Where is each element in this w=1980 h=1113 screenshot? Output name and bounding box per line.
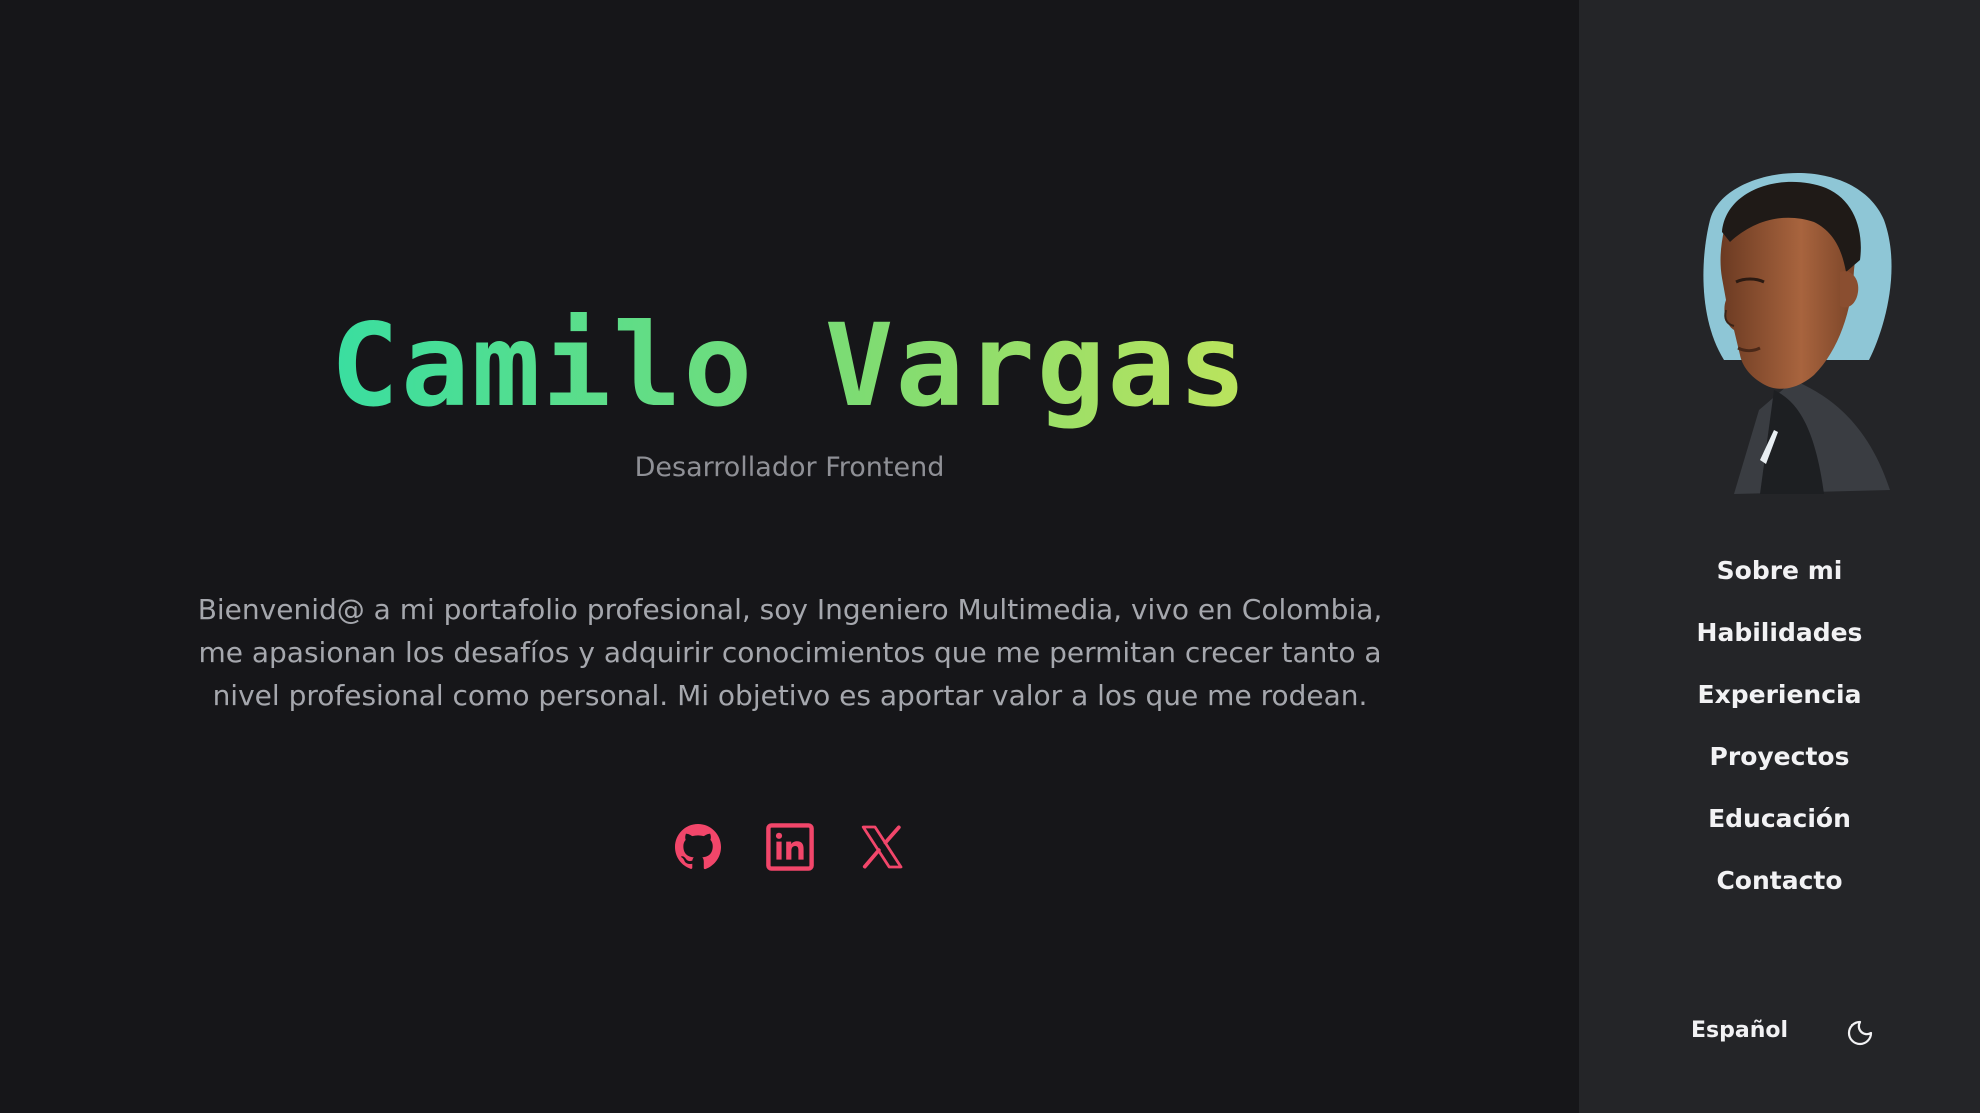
nav-link[interactable]: Proyectos: [1710, 734, 1850, 780]
x-twitter-icon: [861, 825, 902, 869]
nav-link[interactable]: Contacto: [1716, 858, 1842, 904]
sidebar-item-educacion: Educación: [1579, 796, 1980, 858]
sidebar-item-habilidades: Habilidades: [1579, 610, 1980, 672]
nav-link[interactable]: Sobre mi: [1717, 548, 1843, 594]
hero-name: Camilo Vargas: [0, 298, 1579, 435]
social-links: [0, 818, 1579, 876]
sidebar-item-proyectos: Proyectos: [1579, 734, 1980, 796]
github-icon: [674, 824, 721, 870]
main-content: Camilo Vargas Desarrollador Frontend Bie…: [0, 0, 1579, 1113]
hero-intro: Bienvenid@ a mi portafolio profesional, …: [197, 593, 1383, 712]
sidebar-item-sobre-mi: Sobre mi: [1579, 548, 1980, 610]
page: Camilo Vargas Desarrollador Frontend Bie…: [0, 0, 1980, 1113]
moon-icon[interactable]: [1846, 1019, 1874, 1047]
avatar-illustration: [1703, 172, 1892, 494]
language-selector[interactable]: Español: [1691, 1018, 1788, 1043]
sidebar-nav: Sobre mi Habilidades Experiencia Proyect…: [1579, 548, 1980, 920]
x-twitter-link[interactable]: [858, 818, 906, 876]
nav-link[interactable]: Educación: [1708, 796, 1851, 842]
hero-role: Desarrollador Frontend: [634, 452, 945, 483]
linkedin-icon: [765, 823, 814, 871]
github-link[interactable]: [674, 818, 722, 876]
nav-link[interactable]: Experiencia: [1698, 672, 1862, 718]
sidebar-item-contacto: Contacto: [1579, 858, 1980, 920]
linkedin-link[interactable]: [765, 818, 814, 876]
nav-link[interactable]: Habilidades: [1697, 610, 1863, 656]
sidebar-item-experiencia: Experiencia: [1579, 672, 1980, 734]
